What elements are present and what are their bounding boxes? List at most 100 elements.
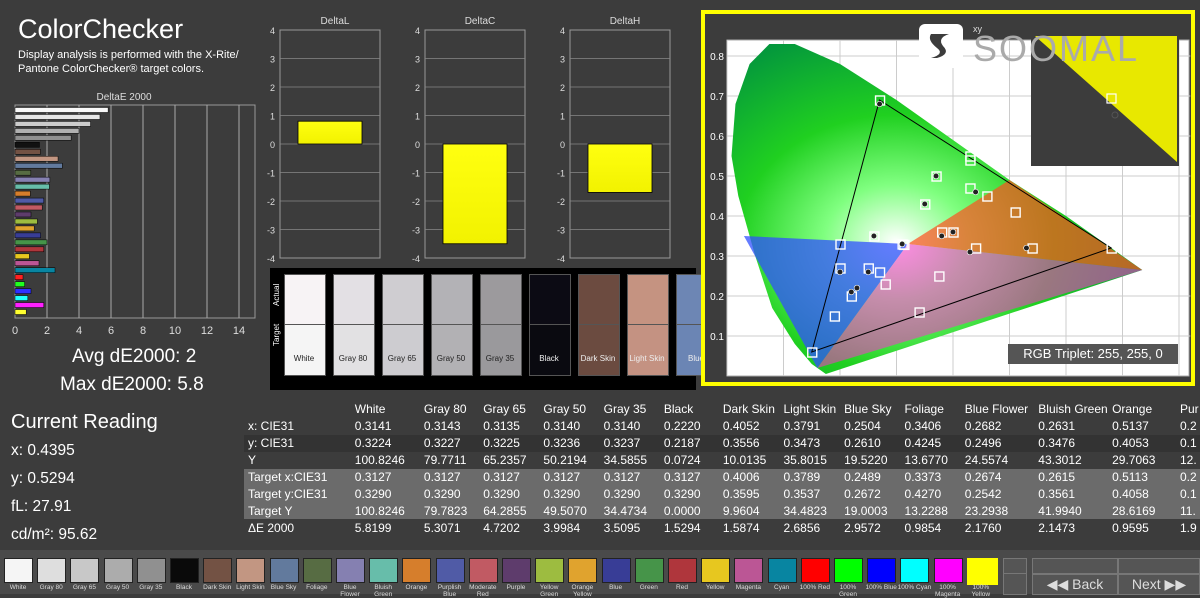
swatch-button[interactable] [336,558,365,583]
table-cell: 0.2615 [1038,470,1075,484]
table-cell: 0.3127 [543,470,581,484]
patch-target [431,324,473,376]
swatch-button[interactable] [369,558,399,583]
table-cell: Gray 35 [603,402,647,417]
table-cell: 34.5855 [603,453,648,468]
table-cell: 0.3373 [904,470,942,484]
swatch-button[interactable] [269,558,299,583]
swatch-button[interactable] [900,558,930,583]
table-cell: 13.6770 [904,453,948,468]
de-tick-label: 14 [233,325,245,337]
swatch-button[interactable] [203,558,233,583]
table-cell: 0.3127 [354,470,392,484]
delta-tick-label: -2 [267,197,275,207]
swatch-button[interactable] [734,558,764,583]
swatch-button[interactable] [468,558,498,583]
swatch-button[interactable] [103,558,133,583]
measured-point [876,100,883,108]
de-tick-label: 2 [44,325,50,337]
swatch-button[interactable] [236,558,266,583]
stop-button[interactable] [1003,573,1027,595]
swatch-label: Green [639,584,658,591]
table-cell: 0.3476 [1038,436,1075,451]
swatch-button[interactable] [634,558,664,583]
table-cell: 2.1473 [1038,520,1075,535]
table-row: ΔE 2000 5.8199 5.3071 4.7202 3.9984 3.5095 1.5… [244,519,1200,537]
table-row: Target Y 100.8246 79.7823 64.2855 49.5070 34.… [244,502,1200,520]
table-cell: y: CIE31 [248,436,295,451]
table-cell: 0.9595 [1112,520,1149,535]
swatch-button[interactable] [834,558,863,583]
next-button[interactable]: Next ▶▶ [1118,574,1200,595]
table-cell: 50.2194 [543,453,587,468]
swatch-button[interactable] [767,558,797,583]
table-cell: 0.3127 [483,470,520,484]
swatch-button[interactable] [966,558,998,585]
swatch-button[interactable] [402,558,432,583]
de-bar [14,302,45,308]
delta-tick-label: -3 [267,226,275,236]
table-cell: 0.3127 [423,470,461,484]
swatch-button[interactable] [535,558,565,583]
de-bar [14,295,29,301]
gamut-y-tick: 0.8 [710,52,724,63]
delta-tick-label: 0 [270,140,275,150]
table-cell: Pur [1179,402,1199,417]
swatch-button[interactable] [867,558,897,583]
back-controls[interactable] [1032,558,1118,574]
table-cell: 35.8015 [783,453,827,468]
table-cell: 0.3290 [354,486,392,501]
de-bar [14,128,80,134]
swatch-button[interactable] [601,558,631,583]
table-cell: Black [663,402,694,417]
swatch-button[interactable] [800,558,830,583]
measured-point [899,240,906,248]
swatch-button[interactable] [435,558,465,583]
table-cell: 2.9572 [844,520,881,535]
swatch-button[interactable] [4,558,33,583]
table-cell: 0.3791 [783,419,821,434]
swatch-button[interactable] [136,558,166,583]
delta-tick-label: -2 [557,197,565,207]
measured-point [865,268,872,276]
table-cell: 5.8199 [354,520,392,535]
delta-tick-label: 1 [560,112,565,122]
table-cell: 34.4823 [783,503,827,518]
table-cell: 0.2542 [964,486,1002,501]
swatch-label: 100% Yellow [971,584,991,598]
swatch-button[interactable] [170,558,199,583]
reading-y: y: 0.5294 [11,470,75,487]
swatch-button[interactable] [668,558,697,583]
swatch-label: Cyan [774,584,790,591]
next-controls[interactable] [1118,558,1200,574]
measured-point [921,200,928,208]
table-cell: 0.3290 [603,486,641,501]
patch-target [529,324,571,376]
swatch-label: Purple [506,584,526,591]
back-chevron-icon: ◀◀ [1046,576,1073,592]
swatch-label: Blue [609,584,623,591]
delta-chart-title: DeltaC [465,16,496,27]
patch-label: Gray 65 [387,354,417,363]
de-bar [14,190,31,197]
actual-label: Actual [272,283,281,306]
swatch-label: 100% Cyan [897,584,932,591]
swatch-button[interactable] [70,558,100,583]
table-cell: 1.9 [1179,520,1197,535]
swatch-button[interactable] [933,558,963,583]
table-cell: 2.1760 [964,520,1002,535]
swatch-button[interactable] [701,558,731,583]
swatch-button[interactable] [502,558,531,583]
delta-tick-label: 1 [270,112,275,122]
menu-button[interactable] [1003,558,1027,574]
delta-chart-title: DeltaL [321,16,350,27]
measured-point [972,188,979,196]
swatch-button[interactable] [568,558,598,583]
table-row: x: CIE31 0.3141 0.3143 0.3135 0.3140 0.3140 0.… [244,417,1200,435]
soomal-watermark: SOOMAL [973,28,1140,69]
back-button[interactable]: ◀◀ Back [1032,574,1118,595]
swatch-button[interactable] [302,558,332,583]
table-cell: 0.2682 [964,419,1002,434]
swatch-button[interactable] [37,558,67,583]
table-cell: 79.7711 [423,453,467,468]
